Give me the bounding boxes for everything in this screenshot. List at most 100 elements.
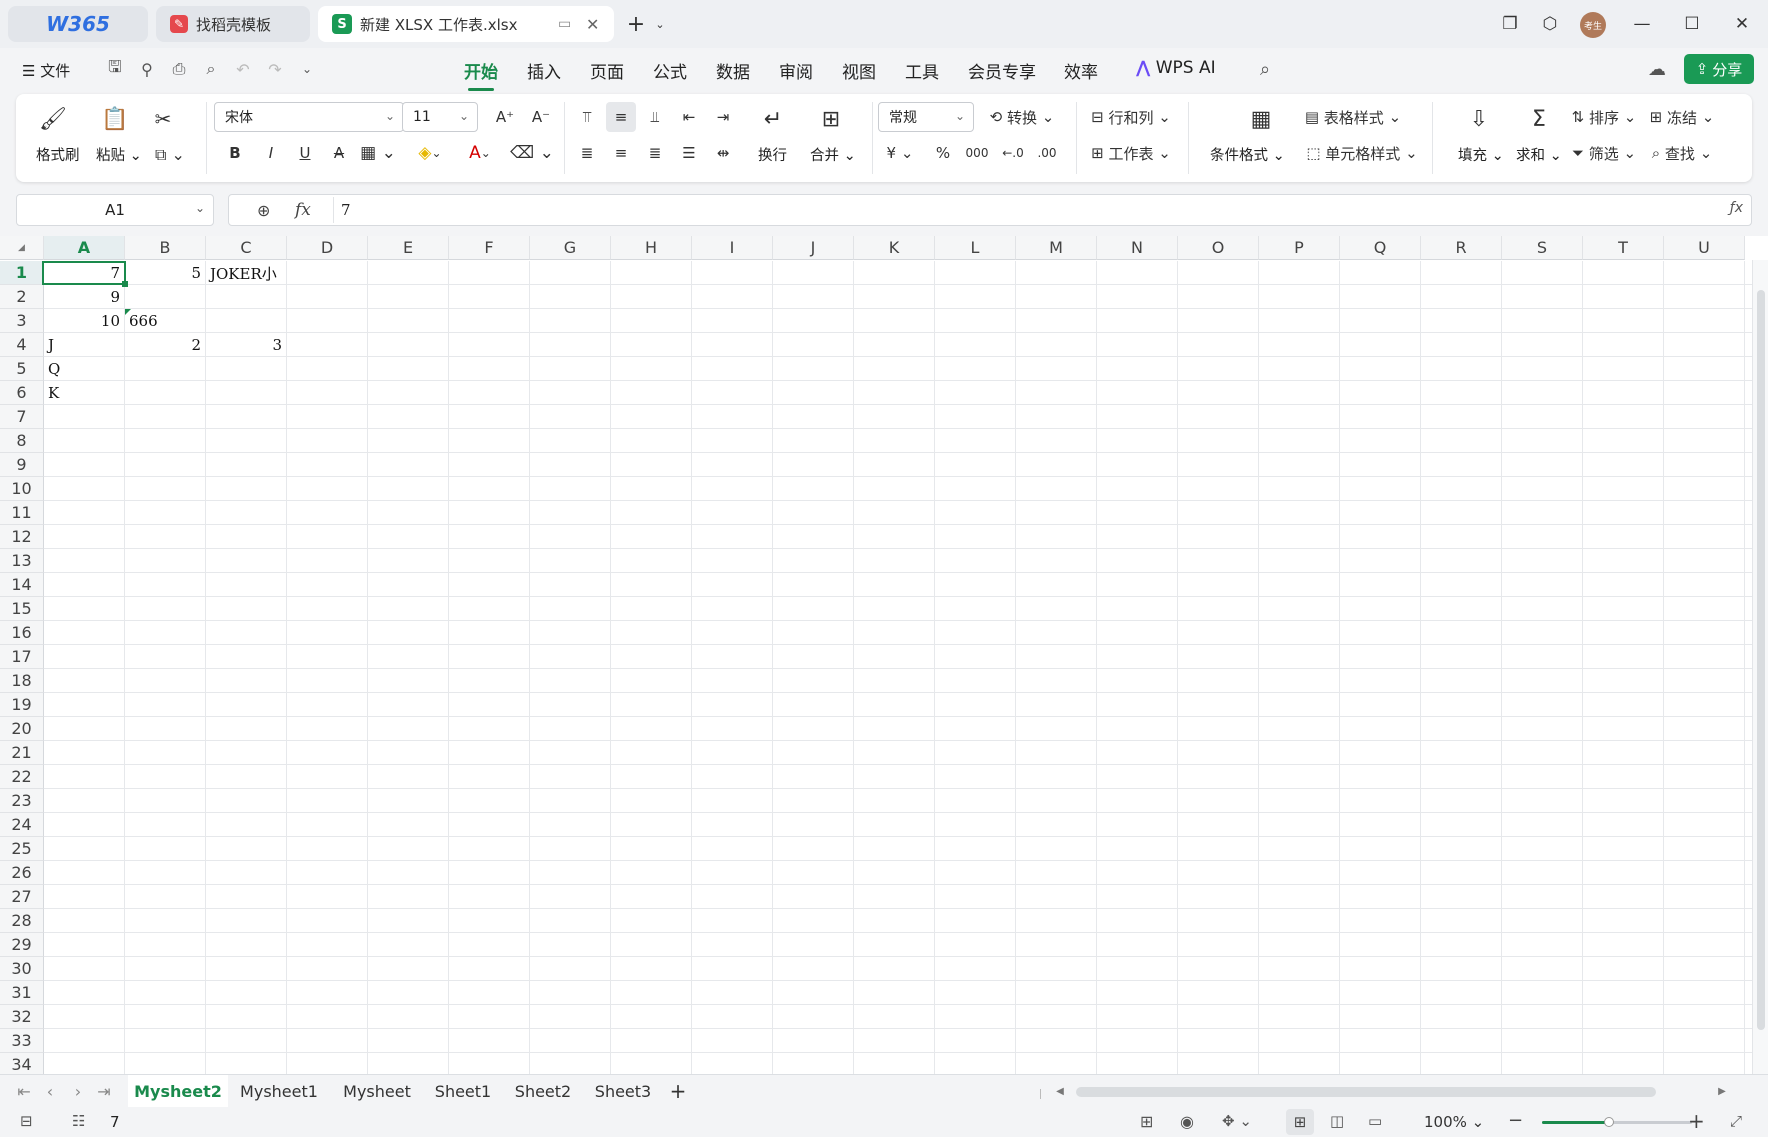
redo-icon[interactable]: ↷ (264, 58, 286, 80)
sheet-tab-mysheet[interactable]: Mysheet (334, 1075, 420, 1107)
row-header-30[interactable]: 30 (0, 957, 44, 981)
column-header-o[interactable]: O (1178, 236, 1259, 260)
print-icon[interactable]: ⎙ (168, 58, 190, 80)
strikethrough-button[interactable]: A (324, 138, 354, 168)
row-header-5[interactable]: 5 (0, 357, 44, 381)
cell-b1[interactable]: 5 (125, 261, 205, 285)
next-sheet-icon[interactable]: › (66, 1075, 90, 1107)
column-header-c[interactable]: C (206, 236, 287, 260)
file-menu[interactable]: ☰ 文件 (22, 60, 70, 81)
align-right-icon[interactable]: ≣ (640, 138, 670, 168)
fill-color-icon[interactable]: ◈ ⌄ (408, 138, 452, 168)
sheet-tab-mysheet1[interactable]: Mysheet1 (232, 1075, 326, 1107)
format-painter-button[interactable]: 格式刷 (36, 144, 80, 165)
sheet-tab-sheet3[interactable]: Sheet3 (586, 1075, 660, 1107)
cond-format-button[interactable]: 条件格式 ⌄ (1210, 144, 1285, 165)
cube-icon[interactable]: ⬡ (1538, 12, 1562, 36)
function-dialog-icon[interactable]: ƒx (1730, 200, 1743, 216)
paste-icon[interactable]: 📋 (100, 104, 130, 134)
page-break-icon[interactable]: ▭ (1368, 1112, 1382, 1130)
tab-view[interactable]: 视图 (842, 58, 876, 83)
zoom-out-icon[interactable]: − (1508, 1110, 1523, 1131)
print-preview-icon[interactable]: ⌕ (200, 58, 222, 80)
rows-cols-button[interactable]: ⊟ 行和列 ⌄ (1084, 102, 1178, 132)
first-sheet-icon[interactable]: ⇤ (12, 1075, 36, 1107)
close-tab-icon[interactable]: ✕ (586, 15, 599, 34)
cloud-upload-icon[interactable]: ☁ (1646, 58, 1668, 80)
row-header-2[interactable]: 2 (0, 285, 44, 309)
bold-button[interactable]: B (220, 138, 250, 168)
column-header-g[interactable]: G (530, 236, 611, 260)
cell-a2[interactable]: 9 (44, 285, 124, 309)
zoom-icon[interactable]: ⊕ (257, 201, 270, 220)
table-settings-icon[interactable]: ⊞ (1140, 1112, 1153, 1131)
filter-button[interactable]: ⏷ 筛选 ⌄ (1566, 138, 1642, 168)
underline-button[interactable]: U (290, 138, 320, 168)
sort-button[interactable]: ⇅ 排序 ⌄ (1566, 102, 1642, 132)
spreadsheet-grid[interactable]: ◢ ABCDEFGHIJKLMNOPQRSTU 1 2 3 4 5 6 7 8 9 10 11 12 1… (0, 236, 1768, 1074)
font-color-icon[interactable]: A ⌄ (458, 138, 502, 168)
share-button[interactable]: ⇪ 分享 (1684, 54, 1754, 84)
increase-font-icon[interactable]: A⁺ (490, 102, 520, 132)
row-header-10[interactable]: 10 (0, 477, 44, 501)
row-header-14[interactable]: 14 (0, 573, 44, 597)
paste-button[interactable]: 粘贴 ⌄ (96, 144, 142, 165)
row-header-32[interactable]: 32 (0, 1005, 44, 1029)
row-header-15[interactable]: 15 (0, 597, 44, 621)
cell-b3[interactable]: 666 (125, 309, 205, 333)
tab-data[interactable]: 数据 (716, 58, 750, 83)
new-tab-plus-icon[interactable]: + (624, 12, 648, 37)
cell-style-button[interactable]: ⬚ 单元格样式 ⌄ (1298, 138, 1426, 168)
monitor-icon[interactable]: ▭ (558, 16, 571, 32)
align-middle-icon[interactable]: ≡ (606, 102, 636, 132)
align-top-icon[interactable]: ⫪ (572, 102, 602, 132)
increase-decimal-icon[interactable]: ←.0 (996, 138, 1030, 168)
fill-icon[interactable]: ⇩ (1464, 104, 1494, 134)
borders-icon[interactable]: ▦ ⌄ (356, 138, 400, 168)
row-header-33[interactable]: 33 (0, 1029, 44, 1053)
column-header-k[interactable]: K (854, 236, 935, 260)
column-header-l[interactable]: L (935, 236, 1016, 260)
row-header-21[interactable]: 21 (0, 741, 44, 765)
tab-page[interactable]: 页面 (590, 58, 624, 83)
cell-c4[interactable]: 3 (206, 333, 286, 357)
row-header-34[interactable]: 34 (0, 1053, 44, 1074)
align-left-icon[interactable]: ≣ (572, 138, 602, 168)
column-header-i[interactable]: I (692, 236, 773, 260)
distribute-icon[interactable]: ⇹ (708, 138, 738, 168)
column-header-n[interactable]: N (1097, 236, 1178, 260)
row-header-16[interactable]: 16 (0, 621, 44, 645)
column-header-t[interactable]: T (1583, 236, 1664, 260)
format-painter-icon[interactable]: 🖌 (38, 104, 68, 134)
select-all-corner[interactable]: ◢ (0, 236, 44, 260)
formula-input[interactable]: 7 (341, 201, 351, 219)
column-header-f[interactable]: F (449, 236, 530, 260)
column-header-a[interactable]: A (44, 236, 125, 260)
avatar[interactable]: 考生 (1580, 12, 1606, 38)
tab-tools[interactable]: 工具 (905, 58, 939, 83)
row-header-23[interactable]: 23 (0, 789, 44, 813)
row-header-27[interactable]: 27 (0, 885, 44, 909)
number-format-select[interactable]: 常规 ⌄ (878, 102, 974, 132)
last-sheet-icon[interactable]: ⇥ (92, 1075, 116, 1107)
wrap-text-icon[interactable]: ↵ (758, 104, 788, 134)
tab-member[interactable]: 会员专享 (968, 58, 1036, 83)
workbook-tab[interactable]: S 新建 XLSX 工作表.xlsx ▭ ✕ (318, 6, 614, 42)
row-header-29[interactable]: 29 (0, 933, 44, 957)
maximize-icon[interactable]: ☐ (1680, 12, 1704, 36)
column-header-p[interactable]: P (1259, 236, 1340, 260)
sum-button[interactable]: 求和 ⌄ (1516, 144, 1562, 165)
column-header-d[interactable]: D (287, 236, 368, 260)
align-center-icon[interactable]: ≡ (606, 138, 636, 168)
currency-icon[interactable]: ¥ ⌄ (880, 138, 920, 168)
row-header-19[interactable]: 19 (0, 693, 44, 717)
row-header-25[interactable]: 25 (0, 837, 44, 861)
window-switch-icon[interactable]: ❐ (1498, 12, 1522, 36)
fill-handle[interactable] (122, 281, 128, 287)
vertical-scroll-thumb[interactable] (1757, 290, 1765, 1030)
row-header-1[interactable]: 1 (0, 261, 44, 285)
row-header-18[interactable]: 18 (0, 669, 44, 693)
cell-mode-icon[interactable]: ☷ (72, 1112, 85, 1130)
macro-icon[interactable]: ⊟ (20, 1112, 33, 1130)
add-sheet-icon[interactable]: + (664, 1075, 692, 1107)
